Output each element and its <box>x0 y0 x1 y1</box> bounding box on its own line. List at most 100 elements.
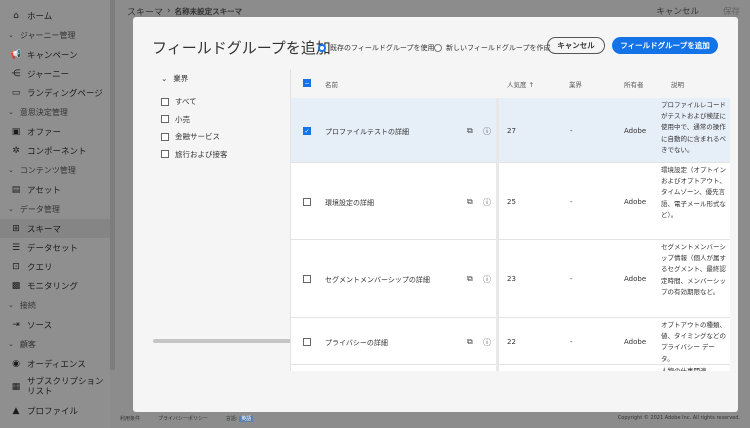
table-row[interactable]: 環境設定の詳細 ⧉ ⓘ 25 - Adobe 環境設定（オプトインおよびオプトア… <box>291 163 730 240</box>
sidebar-section-label: データ管理 <box>19 204 60 214</box>
table-row[interactable]: セグメントメンバーシップの詳細 ⧉ ⓘ 23 - Adobe セグメントメンバー… <box>291 240 730 318</box>
footer: 利用条件 プライバシーポリシー 言語: 英語 Copyright © 2021 … <box>120 415 740 422</box>
sidebar-item[interactable]: ◉ オーディエンス <box>0 354 110 373</box>
column-popularity[interactable]: 人気度 ↑ <box>507 79 534 89</box>
row-description: プロファイルレコードがテストおよび検証に使用中で、通常の操作に自動的に含まれるべ… <box>661 101 726 154</box>
filter-option[interactable]: すべて <box>161 93 228 111</box>
row-industry: - <box>570 126 573 135</box>
filter-option[interactable]: 旅行および接客 <box>161 146 228 164</box>
sidebar-section[interactable]: ⌄ コンテンツ管理 <box>0 160 110 180</box>
dataset-icon: ☰ <box>11 242 21 253</box>
radio-create-new[interactable]: 新しいフィールドグループを作成 <box>434 43 550 53</box>
column-industry[interactable]: 業界 <box>569 79 582 89</box>
checkbox[interactable] <box>161 115 169 124</box>
row-checkbox[interactable] <box>303 337 311 346</box>
dialog-cancel-button[interactable]: キャンセル <box>547 37 605 54</box>
sidebar-item-label: クエリ <box>27 262 53 273</box>
sidebar-item[interactable]: ✲ コンポーネント <box>0 141 110 160</box>
sidebar-item[interactable]: ▤ アセット <box>0 180 110 199</box>
chevron-down-icon: ⌄ <box>8 166 14 174</box>
sidebar-item-label: コンポーネント <box>27 146 87 157</box>
language-label: 言語: <box>225 416 238 422</box>
sidebar-item[interactable]: ▲ プロファイル <box>0 401 110 420</box>
filter-option[interactable]: 小売 <box>161 111 228 129</box>
sidebar-item[interactable]: 📢 キャンペーン <box>0 45 110 64</box>
row-checkbox[interactable] <box>303 197 311 206</box>
radio-label: 新しいフィールドグループを作成 <box>446 44 551 52</box>
checkbox[interactable] <box>161 132 169 141</box>
breadcrumb-root[interactable]: スキーマ <box>127 5 163 18</box>
save-button[interactable]: 保存 <box>723 5 740 17</box>
privacy-link[interactable]: プライバシーポリシー <box>158 415 208 422</box>
sidebar-section[interactable]: ⌄ ジャーニー管理 <box>0 25 110 45</box>
table-header: − 名前 人気度 ↑ 業界 所有者 説明 <box>291 69 730 98</box>
row-checkbox[interactable]: ✓ <box>303 126 311 135</box>
sidebar-item[interactable]: ⇥ ソース <box>0 315 110 334</box>
chevron-down-icon: ⌄ <box>8 31 14 39</box>
copyright: Copyright © 2021 Adobe Inc. All rights r… <box>617 415 740 421</box>
terms-link[interactable]: 利用条件 <box>120 415 140 422</box>
preview-icon[interactable]: ⧉ <box>467 274 473 284</box>
sidebar-item-label: ランディングページ <box>27 88 103 99</box>
sidebar-item[interactable]: ⌂ ホーム <box>0 6 110 25</box>
column-popularity-label: 人気度 <box>507 80 527 89</box>
preview-icon[interactable]: ⧉ <box>467 126 473 136</box>
info-icon[interactable]: ⓘ <box>483 126 491 137</box>
sidebar-item[interactable]: ⊞ スキーマ <box>0 219 110 238</box>
info-icon[interactable]: ⓘ <box>483 197 491 208</box>
industry-filter-heading[interactable]: ⌄ 業界 <box>161 73 228 84</box>
column-name[interactable]: 名前 <box>325 79 338 89</box>
sidebar-item[interactable]: ▣ オファー <box>0 122 110 141</box>
sidebar-item-label: オファー <box>27 127 62 138</box>
row-name: 環境設定の詳細 <box>325 198 374 207</box>
row-name: プライバシーの詳細 <box>325 338 388 347</box>
sidebar-item-label: モニタリング <box>27 281 79 292</box>
subscription-icon: ▦ <box>11 382 21 392</box>
row-popularity: 25 <box>507 197 516 206</box>
row-description: オプトアウトの種類、値、タイミングなどのプライバシー データ。 <box>661 321 726 363</box>
sidebar-section[interactable]: ⌄ 顧客 <box>0 334 110 354</box>
sidebar-item[interactable]: ▭ ランディングページ <box>0 83 110 102</box>
sidebar-item[interactable]: ⋲ ジャーニー <box>0 64 110 83</box>
column-owner[interactable]: 所有者 <box>624 79 644 89</box>
add-field-group-button[interactable]: フィールドグループを追加 <box>612 37 718 54</box>
sidebar-item[interactable]: ☰ データセット <box>0 238 110 257</box>
column-description[interactable]: 説明 <box>671 79 684 89</box>
info-icon[interactable]: ⓘ <box>483 274 491 285</box>
checkbox[interactable] <box>161 97 169 106</box>
sidebar-item-label: アセット <box>27 185 61 196</box>
preview-icon[interactable]: ⧉ <box>467 197 473 207</box>
sidebar-section-label: コンテンツ管理 <box>19 165 76 175</box>
sidebar-item[interactable]: ▩ モニタリング <box>0 276 110 295</box>
checkbox[interactable] <box>161 150 169 159</box>
sidebar-section[interactable]: ⌄ 接続 <box>0 295 110 315</box>
offer-icon: ▣ <box>11 126 21 137</box>
radio-use-existing[interactable]: 既存のフィールドグループを使用 <box>318 43 434 53</box>
sidebar-item-label: プロファイル <box>27 406 79 417</box>
filter-option[interactable]: 金融サービス <box>161 128 228 146</box>
chevron-down-icon: ⌄ <box>8 340 14 348</box>
select-all-checkbox[interactable]: − <box>303 79 311 87</box>
sidebar-section[interactable]: ⌄ データ管理 <box>0 199 110 219</box>
breadcrumb-separator: › <box>167 6 171 16</box>
sidebar-item[interactable]: ⊡ クエリ <box>0 257 110 276</box>
megaphone-icon: 📢 <box>10 49 22 60</box>
cancel-link[interactable]: キャンセル <box>656 5 699 17</box>
preview-icon[interactable]: ⧉ <box>467 337 473 347</box>
table-row[interactable]: ✓ プロファイルテストの詳細 ⧉ ⓘ 27 - Adobe プロファイルレコード… <box>291 98 730 163</box>
row-owner: Adobe <box>624 337 647 346</box>
chevron-down-icon: ⌄ <box>161 74 168 83</box>
language-link[interactable]: 英語 <box>239 416 254 422</box>
chevron-down-icon: ⌄ <box>8 301 14 309</box>
table-row[interactable]: プライバシーの詳細 ⧉ ⓘ 22 - Adobe オプトアウトの種類、値、タイミ… <box>291 318 730 365</box>
home-icon: ⌂ <box>13 10 19 21</box>
sidebar-item[interactable]: ▦ サブスクリプションリスト <box>0 373 110 401</box>
info-icon[interactable]: ⓘ <box>483 337 491 348</box>
table-row[interactable]: 人物の仕事関連 <box>291 365 730 371</box>
row-name: セグメントメンバーシップの詳細 <box>325 276 430 284</box>
row-checkbox[interactable] <box>303 275 311 283</box>
sidebar-section[interactable]: ⌄ 意思決定管理 <box>0 102 110 122</box>
sidebar-scrollbar[interactable] <box>110 0 115 370</box>
sidebar-item-label: データセット <box>27 243 79 254</box>
profile-icon: ▲ <box>12 405 20 416</box>
